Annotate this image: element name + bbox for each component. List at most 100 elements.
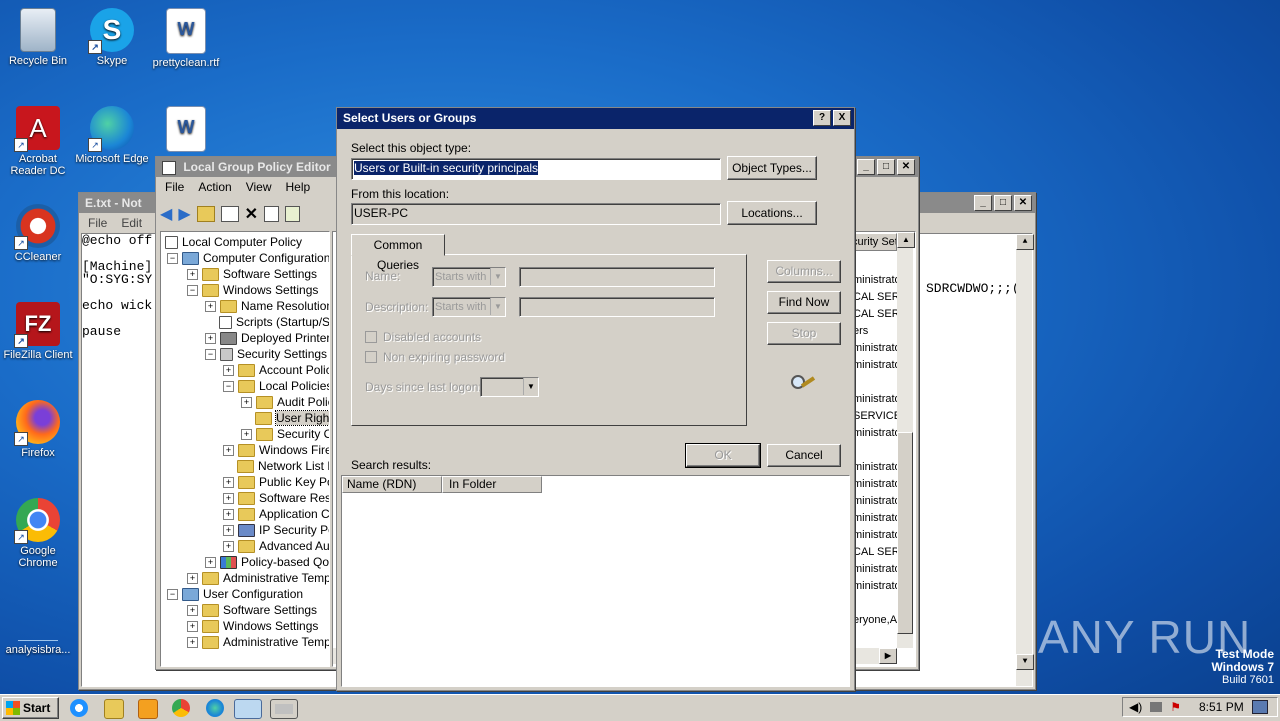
expand-icon[interactable]: +: [187, 621, 198, 633]
clock[interactable]: 8:51 PM: [1199, 700, 1244, 714]
locations-button[interactable]: Locations...: [727, 201, 817, 225]
collapse-icon[interactable]: −: [187, 285, 198, 297]
tree-item-computer-configuration[interactable]: − Computer Configuration: [167, 250, 329, 266]
object-types-button[interactable]: Object Types...: [727, 156, 817, 180]
tree-item[interactable]: +Name Resolution F: [205, 298, 329, 314]
desktop-icon-edge[interactable]: ↗ Microsoft Edge: [74, 106, 150, 165]
dialog-titlebar[interactable]: Select Users or Groups ? X: [337, 108, 854, 129]
tree-item[interactable]: − Local Policies: [223, 378, 329, 394]
tree-item[interactable]: +Administrative Templat: [187, 570, 329, 586]
expand-icon[interactable]: +: [223, 541, 234, 553]
collapse-icon[interactable]: −: [167, 253, 178, 265]
expand-icon[interactable]: +: [205, 333, 216, 345]
chrome-taskbar-icon[interactable]: [172, 699, 190, 717]
tree-item[interactable]: +Account Policie: [223, 362, 329, 378]
ie-icon[interactable]: [70, 699, 88, 717]
expand-icon[interactable]: +: [205, 301, 216, 313]
columns-button[interactable]: Columns...: [767, 260, 841, 283]
explorer-icon[interactable]: [104, 699, 124, 719]
tree-item[interactable]: + Security O: [241, 426, 329, 442]
expand-icon[interactable]: +: [223, 493, 234, 505]
properties-icon[interactable]: [264, 206, 280, 222]
tree-item[interactable]: + Windows Settings: [187, 618, 318, 634]
column-header-name[interactable]: Name (RDN): [342, 476, 442, 493]
tree-item[interactable]: + Deployed Printers: [205, 330, 329, 346]
collapse-icon[interactable]: −: [167, 589, 178, 601]
tree-item[interactable]: Scripts (Startup/Sh: [219, 314, 329, 330]
select-users-dialog[interactable]: Select Users or Groups ? X Select this o…: [336, 107, 855, 691]
find-now-button[interactable]: Find Now: [767, 291, 841, 314]
tree-item[interactable]: + Software Rest: [223, 490, 329, 506]
forward-arrow-icon[interactable]: ▶: [178, 204, 190, 224]
disabled-accounts-checkbox[interactable]: Disabled accounts: [365, 330, 481, 344]
tree-item[interactable]: − Windows Settings: [187, 282, 318, 298]
expand-icon[interactable]: +: [223, 525, 234, 537]
expand-icon[interactable]: +: [241, 429, 252, 441]
tree-item-local-computer-policy[interactable]: Local Computer Policy: [165, 234, 302, 250]
tree-item[interactable]: +Administrative Templat: [187, 634, 329, 650]
expand-icon[interactable]: +: [223, 365, 234, 377]
expand-icon[interactable]: +: [223, 445, 234, 457]
expand-icon[interactable]: +: [241, 397, 252, 409]
desktop-icon-skype[interactable]: S ↗ Skype: [74, 8, 150, 67]
delete-icon[interactable]: ✕: [245, 204, 258, 224]
tree-item[interactable]: + Software Settings: [187, 266, 317, 282]
location-field[interactable]: USER-PC: [351, 203, 721, 225]
volume-icon[interactable]: ◀): [1129, 700, 1142, 714]
notepad-taskbar-icon[interactable]: [234, 699, 262, 719]
close-button[interactable]: X: [833, 110, 851, 126]
menu-action[interactable]: Action: [193, 177, 236, 197]
desktop-icon-acrobat[interactable]: A ↗ Acrobat Reader DC: [0, 106, 76, 177]
collapse-icon[interactable]: −: [223, 381, 234, 393]
desktop-icon-word-doc-2[interactable]: W: [148, 106, 224, 155]
tree-item[interactable]: + IP Security Pol: [223, 522, 329, 538]
description-input[interactable]: [519, 297, 715, 317]
collapse-icon[interactable]: −: [205, 349, 216, 361]
scroll-down-arrow[interactable]: ▼: [1016, 654, 1034, 670]
gpedit-tree-pane[interactable]: Local Computer Policy − Computer Configur…: [160, 231, 330, 667]
name-mode-select[interactable]: Starts with ▼: [432, 267, 506, 287]
tree-item[interactable]: + Policy-based QoS: [205, 554, 329, 570]
desktop-icon-analysis[interactable]: analysisbra...: [0, 618, 76, 656]
description-mode-select[interactable]: Starts with ▼: [432, 297, 506, 317]
expand-icon[interactable]: +: [187, 637, 198, 649]
menu-file[interactable]: File: [160, 177, 189, 197]
object-type-field[interactable]: Users or Built-in security principals: [351, 158, 721, 180]
network-icon[interactable]: [1150, 702, 1163, 712]
close-button[interactable]: ✕: [897, 159, 915, 175]
tree-item[interactable]: − Security Settings: [205, 346, 327, 362]
menu-help[interactable]: Help: [281, 177, 316, 197]
media-player-icon[interactable]: [138, 699, 158, 719]
scroll-up-arrow[interactable]: ▲: [897, 232, 915, 248]
tree-item-user-rights[interactable]: User Right: [255, 410, 329, 426]
tree-item[interactable]: + Audit Polic: [241, 394, 329, 410]
tree-item[interactable]: + Application Co: [223, 506, 329, 522]
minimize-button[interactable]: _: [974, 195, 992, 211]
expand-icon[interactable]: +: [187, 269, 198, 281]
show-desktop-icon[interactable]: [1251, 700, 1268, 714]
tree-item[interactable]: +Public Key Polic: [223, 474, 329, 490]
minimize-button[interactable]: _: [857, 159, 875, 175]
menu-file[interactable]: File: [83, 213, 112, 233]
back-arrow-icon[interactable]: ◀: [160, 204, 172, 224]
maximize-button[interactable]: □: [877, 159, 895, 175]
tab-common-queries[interactable]: Common Queries: [351, 234, 445, 272]
search-results-list[interactable]: Name (RDN) In Folder: [341, 475, 850, 687]
start-button[interactable]: Start: [2, 697, 59, 719]
flag-icon[interactable]: ⚑: [1170, 700, 1181, 714]
non-expiring-password-checkbox[interactable]: Non expiring password: [365, 350, 505, 364]
menu-view[interactable]: View: [241, 177, 277, 197]
tree-item[interactable]: + Advanced Aud: [223, 538, 329, 554]
close-button[interactable]: ✕: [1014, 195, 1032, 211]
desktop-icon-chrome[interactable]: ↗ Google Chrome: [0, 498, 76, 569]
days-since-logon-select[interactable]: ▼: [480, 377, 539, 397]
scroll-up-arrow[interactable]: ▲: [1016, 234, 1034, 250]
help-button[interactable]: ?: [813, 110, 831, 126]
desktop-icon-firefox[interactable]: ↗ Firefox: [0, 400, 76, 459]
show-hide-tree-icon[interactable]: [220, 206, 239, 222]
ok-button[interactable]: OK: [685, 443, 761, 468]
tree-item[interactable]: + Windows Firev: [223, 442, 329, 458]
scroll-right-arrow[interactable]: ▶: [879, 648, 897, 664]
column-header-security-setting[interactable]: curity Sett: [851, 233, 897, 251]
tree-item[interactable]: Network List M: [237, 458, 329, 474]
